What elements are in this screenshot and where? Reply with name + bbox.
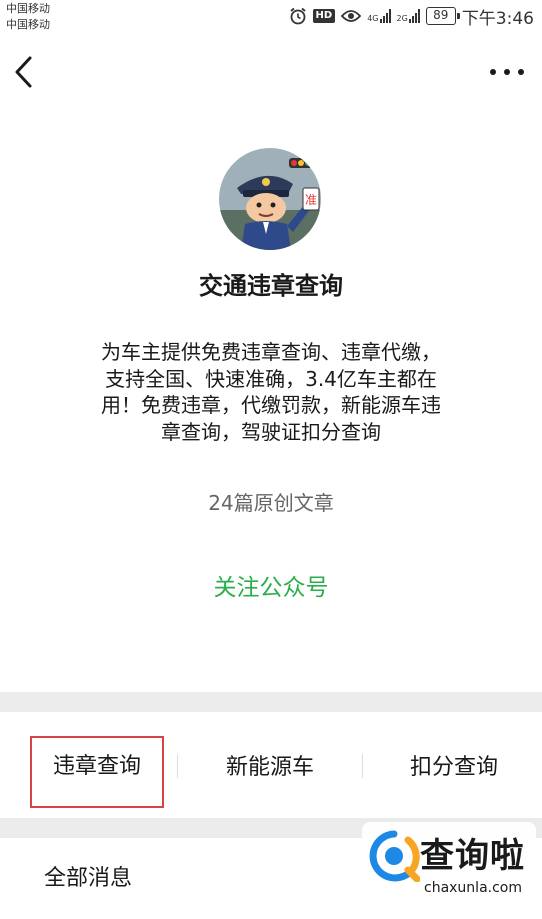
all-messages-label: 全部消息 [44,866,133,891]
more-dot [504,69,510,75]
carrier-label-2: 中国移动 [6,18,50,31]
more-dot [518,69,524,75]
description-line: 为车主提供免费违章查询、违章代缴， [101,340,441,364]
description-line: 用！免费违章，代缴罚款，新能源车违 [101,393,441,417]
signal-group-1: 4G [367,9,391,23]
watermark-url: chaxunla.com [424,880,522,896]
status-bar: 中国移动 中国移动 HD 4G 2G 89 下午3:46 [0,0,542,36]
svg-text:准: 准 [305,193,317,207]
description-line: 支持全国、快速准确，3.4亿车主都在 [105,366,437,391]
account-avatar: 准 [219,148,321,250]
menu-separator [362,754,363,778]
account-name: 交通违章查询 [199,272,343,300]
description-line: 章查询，驾驶证扣分查询 [161,419,381,444]
menu-separator [177,754,178,778]
menu-item-new-energy-vehicle[interactable]: 新能源车 [200,749,340,781]
signal-bars-1-icon [379,9,391,23]
status-time: 下午3:46 [461,8,534,29]
account-description: 为车主提供免费违章查询、违章代缴， 支持全国、快速准确，3.4亿车主都在 用！免… [66,339,476,445]
network-type-2: 2G [396,14,408,23]
more-button[interactable] [490,60,524,84]
back-button[interactable] [10,54,40,90]
carrier-label-1: 中国移动 [6,2,50,15]
signal-group-2: 2G [397,9,420,23]
watermark-title: 查询啦 [420,836,525,876]
account-menu-bar: 违章查询 新能源车 扣分查询 [0,712,542,818]
battery-indicator: 89 [425,7,460,25]
magnifier-logo-icon [369,830,420,882]
eye-icon [341,10,362,22]
original-article-count[interactable]: 24篇原创文章 [0,487,542,516]
follow-button[interactable]: 关注公众号 [171,568,371,602]
status-icons: HD 4G 2G 89 下午3:46 [289,6,534,29]
section-divider [0,692,542,712]
more-dot [490,69,496,75]
network-type-1: 4G [367,14,379,23]
menu-item-violation-query[interactable]: 违章查询 [30,736,164,808]
hd-badge: HD [312,9,336,23]
chevron-left-icon [15,56,32,88]
menu-item-points-query[interactable]: 扣分查询 [386,749,522,781]
alarm-icon [289,7,306,25]
signal-bars-2-icon [408,9,420,23]
site-watermark: 查询啦 chaxunla.com [362,822,536,912]
